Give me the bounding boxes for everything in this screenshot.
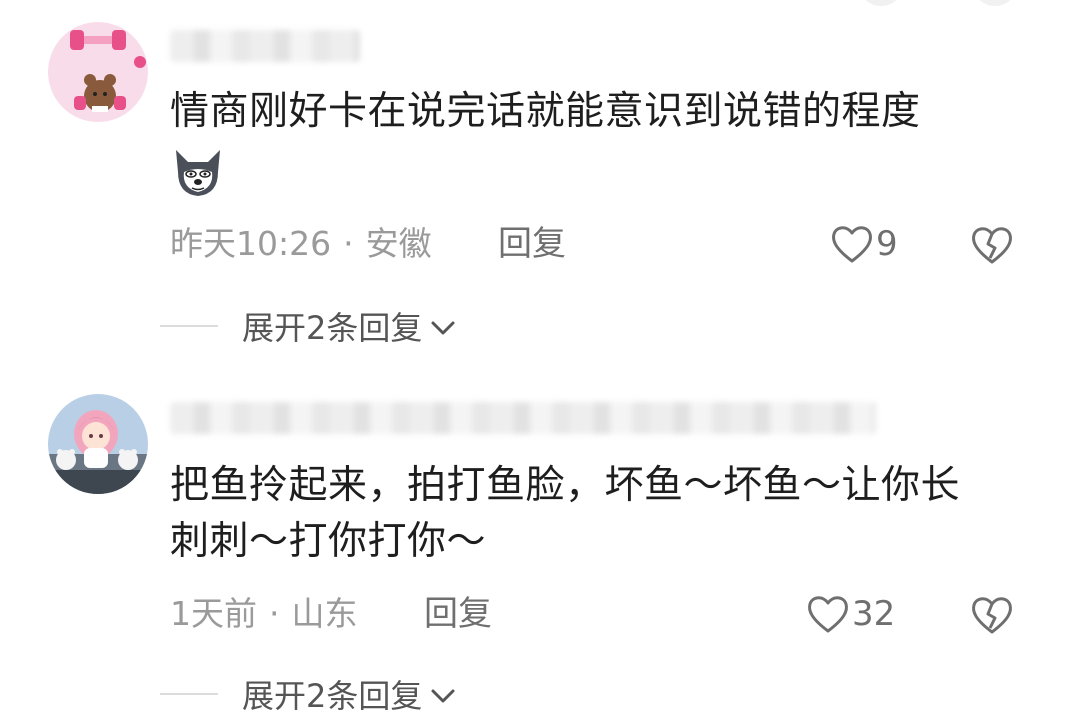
user-avatar[interactable] — [48, 394, 148, 494]
comment-time: 昨天10:26 — [170, 224, 332, 263]
comment-text-line: 刺刺～打你打你～ — [170, 519, 487, 564]
user-avatar[interactable] — [48, 22, 148, 122]
comment-text: 情商刚好卡在说完话就能意识到说错的程度 — [170, 89, 921, 134]
heart-icon — [808, 596, 848, 633]
expand-divider — [160, 325, 218, 327]
expand-divider — [160, 693, 218, 695]
expand-replies-label[interactable]: 展开2条回复 — [242, 671, 422, 717]
reply-button[interactable]: 回复 — [498, 222, 566, 266]
comment-location: 安徽 — [365, 224, 432, 263]
comment-location: 山东 — [291, 594, 358, 633]
like-button[interactable]: 9 — [830, 222, 898, 266]
comment-meta: 1天前 · 山东 回复 32 — [170, 592, 1030, 636]
husky-dog-emoji-icon — [170, 144, 226, 200]
meta-separator: · — [269, 594, 280, 633]
cropped-action-icon — [858, 0, 904, 6]
comment-text-line: 把鱼拎起来，拍打鱼脸，坏鱼～坏鱼～让你长 — [170, 463, 961, 508]
broken-heart-icon — [972, 227, 1012, 264]
dislike-button[interactable] — [970, 224, 1014, 277]
pink-hair-girl-avatar-icon — [48, 394, 148, 494]
broken-heart-icon — [972, 597, 1012, 634]
expand-replies[interactable]: 展开2条回复 — [160, 672, 456, 716]
expand-replies-label[interactable]: 展开2条回复 — [242, 303, 422, 349]
expand-replies[interactable]: 展开2条回复 — [160, 304, 456, 348]
comment-time: 1天前 — [170, 594, 257, 633]
cropped-action-icon — [972, 0, 1018, 6]
chevron-down-icon — [431, 689, 455, 703]
reply-button[interactable]: 回复 — [424, 592, 492, 636]
previous-row-edge — [0, 0, 1070, 12]
chevron-down-icon — [431, 321, 455, 335]
username-redacted — [170, 402, 876, 434]
dislike-button[interactable] — [970, 594, 1014, 647]
username-redacted — [170, 30, 360, 62]
like-button[interactable]: 32 — [806, 592, 895, 636]
heart-icon — [832, 226, 872, 263]
comment-text: 把鱼拎起来，拍打鱼脸，坏鱼～坏鱼～让你长 刺刺～打你打你～ — [170, 458, 1030, 570]
cartoon-bear-avatar-icon — [48, 22, 148, 122]
meta-separator: · — [343, 224, 354, 263]
comment-meta: 昨天10:26 · 安徽 回复 9 — [170, 222, 1030, 266]
like-count: 32 — [852, 594, 896, 634]
like-count: 9 — [876, 224, 898, 264]
